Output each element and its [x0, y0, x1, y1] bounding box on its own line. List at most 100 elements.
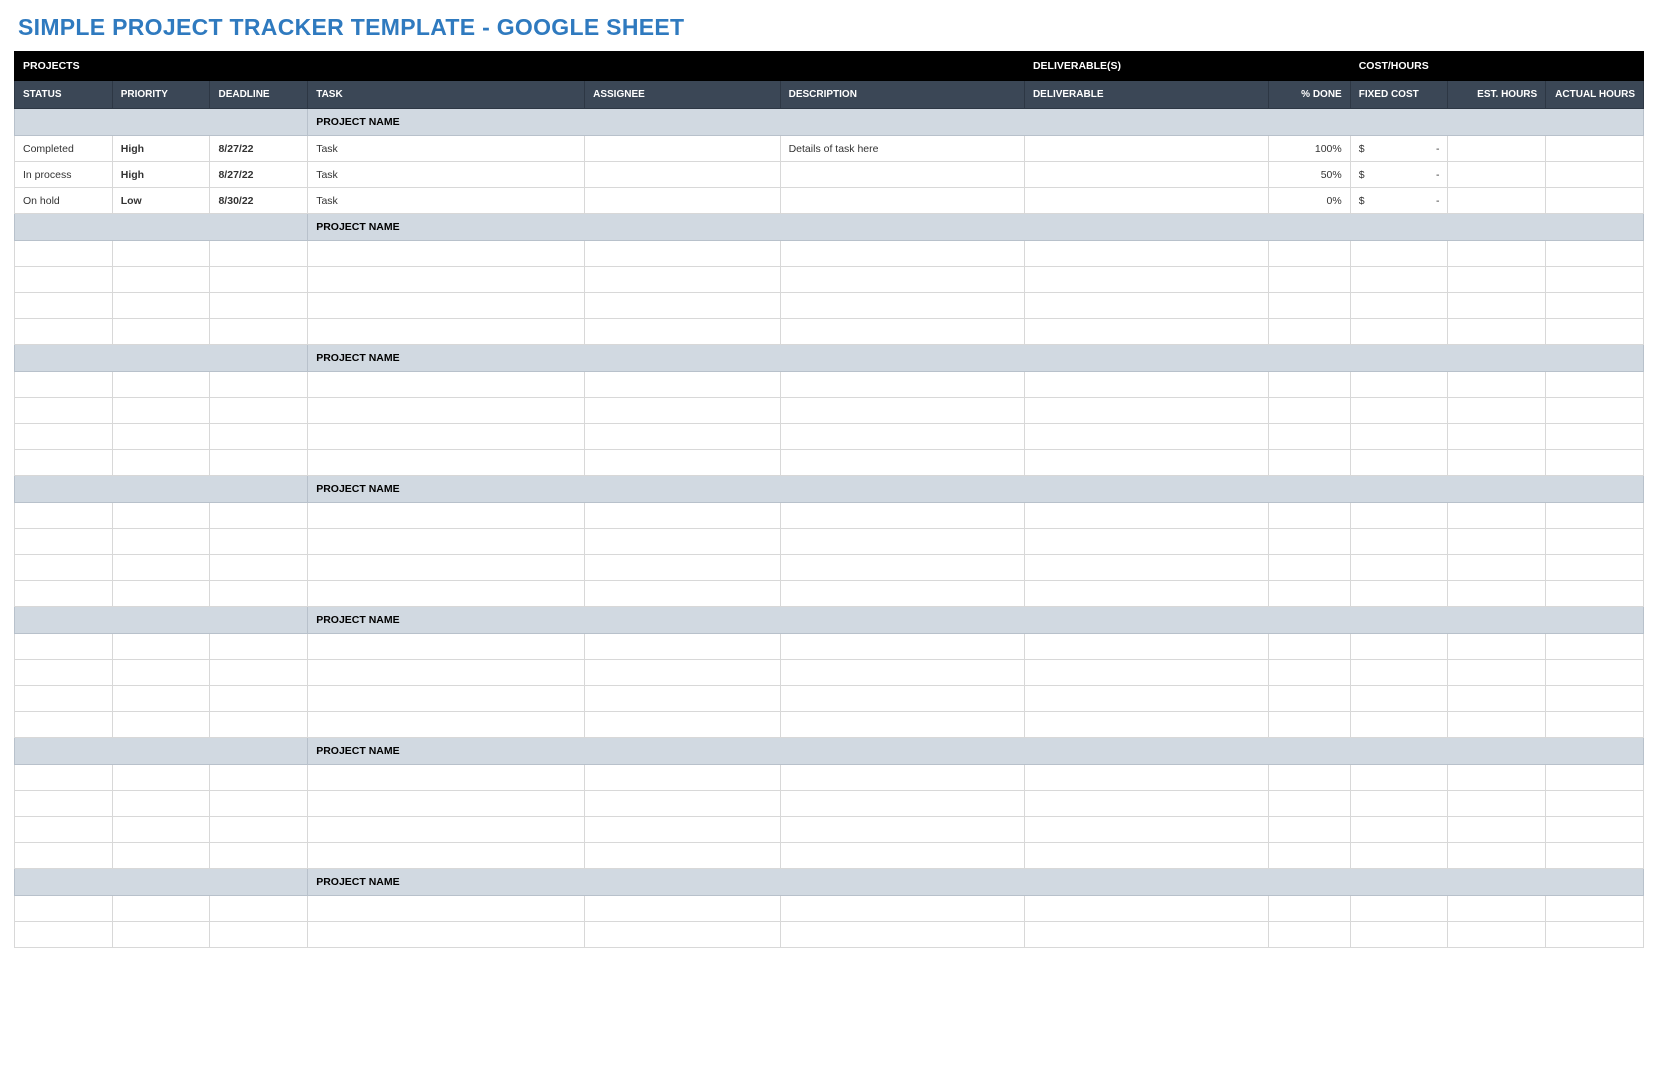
assignee-cell[interactable]	[585, 162, 780, 188]
project-name-spacer[interactable]	[15, 869, 308, 896]
empty-cell[interactable]	[585, 450, 780, 476]
empty-cell[interactable]	[210, 398, 308, 424]
empty-cell[interactable]	[15, 896, 113, 922]
empty-cell[interactable]	[780, 843, 1024, 869]
empty-cell[interactable]	[1546, 293, 1644, 319]
empty-cell[interactable]	[585, 503, 780, 529]
empty-cell[interactable]	[1350, 922, 1448, 948]
empty-cell[interactable]	[308, 372, 585, 398]
empty-cell[interactable]	[780, 293, 1024, 319]
empty-cell[interactable]	[1448, 398, 1546, 424]
empty-cell[interactable]	[585, 267, 780, 293]
col-actualhours[interactable]: ACTUAL HOURS	[1546, 81, 1644, 109]
empty-cell[interactable]	[210, 660, 308, 686]
empty-cell[interactable]	[1024, 712, 1268, 738]
empty-cell[interactable]	[585, 555, 780, 581]
deliverable-cell[interactable]	[1024, 162, 1268, 188]
empty-cell[interactable]	[1024, 372, 1268, 398]
deliverable-cell[interactable]	[1024, 188, 1268, 214]
empty-cell[interactable]	[1448, 843, 1546, 869]
description-cell[interactable]: Details of task here	[780, 136, 1024, 162]
col-assignee[interactable]: ASSIGNEE	[585, 81, 780, 109]
empty-cell[interactable]	[112, 634, 210, 660]
empty-cell[interactable]	[780, 791, 1024, 817]
project-name-spacer[interactable]	[15, 607, 308, 634]
empty-cell[interactable]	[15, 922, 113, 948]
empty-cell[interactable]	[1546, 791, 1644, 817]
empty-cell[interactable]	[1269, 634, 1350, 660]
esthours-cell[interactable]	[1448, 136, 1546, 162]
deliverable-cell[interactable]	[1024, 136, 1268, 162]
project-name-cell[interactable]: PROJECT NAME	[308, 869, 1644, 896]
empty-cell[interactable]	[1024, 843, 1268, 869]
empty-cell[interactable]	[780, 450, 1024, 476]
empty-cell[interactable]	[1448, 660, 1546, 686]
empty-cell[interactable]	[585, 817, 780, 843]
empty-cell[interactable]	[15, 241, 113, 267]
empty-cell[interactable]	[1448, 503, 1546, 529]
empty-cell[interactable]	[15, 660, 113, 686]
empty-cell[interactable]	[1546, 817, 1644, 843]
empty-cell[interactable]	[1546, 660, 1644, 686]
empty-cell[interactable]	[112, 817, 210, 843]
empty-cell[interactable]	[1269, 581, 1350, 607]
empty-cell[interactable]	[1546, 555, 1644, 581]
empty-cell[interactable]	[1448, 922, 1546, 948]
empty-cell[interactable]	[1350, 398, 1448, 424]
empty-cell[interactable]	[112, 398, 210, 424]
empty-cell[interactable]	[210, 791, 308, 817]
empty-cell[interactable]	[308, 634, 585, 660]
empty-cell[interactable]	[585, 372, 780, 398]
empty-cell[interactable]	[112, 791, 210, 817]
empty-cell[interactable]	[308, 398, 585, 424]
project-name-spacer[interactable]	[15, 345, 308, 372]
empty-cell[interactable]	[15, 765, 113, 791]
empty-cell[interactable]	[1024, 896, 1268, 922]
empty-cell[interactable]	[15, 529, 113, 555]
empty-cell[interactable]	[112, 581, 210, 607]
empty-cell[interactable]	[308, 791, 585, 817]
empty-cell[interactable]	[1269, 529, 1350, 555]
empty-cell[interactable]	[1350, 267, 1448, 293]
empty-cell[interactable]	[780, 241, 1024, 267]
assignee-cell[interactable]	[585, 136, 780, 162]
empty-cell[interactable]	[15, 634, 113, 660]
empty-cell[interactable]	[1024, 634, 1268, 660]
empty-cell[interactable]	[585, 660, 780, 686]
empty-cell[interactable]	[210, 267, 308, 293]
project-name-cell[interactable]: PROJECT NAME	[308, 738, 1644, 765]
fixedcost-cell[interactable]: $-	[1350, 188, 1448, 214]
empty-cell[interactable]	[1546, 686, 1644, 712]
project-name-spacer[interactable]	[15, 109, 308, 136]
project-name-cell[interactable]: PROJECT NAME	[308, 109, 1644, 136]
pctdone-cell[interactable]: 100%	[1269, 136, 1350, 162]
empty-cell[interactable]	[780, 581, 1024, 607]
empty-cell[interactable]	[308, 843, 585, 869]
empty-cell[interactable]	[1546, 922, 1644, 948]
empty-cell[interactable]	[112, 372, 210, 398]
empty-cell[interactable]	[585, 765, 780, 791]
empty-cell[interactable]	[1546, 503, 1644, 529]
empty-cell[interactable]	[1350, 817, 1448, 843]
empty-cell[interactable]	[1350, 450, 1448, 476]
empty-cell[interactable]	[585, 712, 780, 738]
empty-cell[interactable]	[1448, 896, 1546, 922]
empty-cell[interactable]	[1448, 267, 1546, 293]
empty-cell[interactable]	[112, 555, 210, 581]
empty-cell[interactable]	[210, 817, 308, 843]
empty-cell[interactable]	[112, 712, 210, 738]
status-cell[interactable]: Completed	[15, 136, 113, 162]
empty-cell[interactable]	[112, 319, 210, 345]
empty-cell[interactable]	[1269, 398, 1350, 424]
empty-cell[interactable]	[112, 503, 210, 529]
project-name-spacer[interactable]	[15, 476, 308, 503]
col-priority[interactable]: PRIORITY	[112, 81, 210, 109]
empty-cell[interactable]	[1024, 686, 1268, 712]
empty-cell[interactable]	[1350, 424, 1448, 450]
empty-cell[interactable]	[1269, 424, 1350, 450]
empty-cell[interactable]	[1024, 293, 1268, 319]
empty-cell[interactable]	[1448, 372, 1546, 398]
empty-cell[interactable]	[585, 293, 780, 319]
empty-cell[interactable]	[1448, 529, 1546, 555]
col-status[interactable]: STATUS	[15, 81, 113, 109]
